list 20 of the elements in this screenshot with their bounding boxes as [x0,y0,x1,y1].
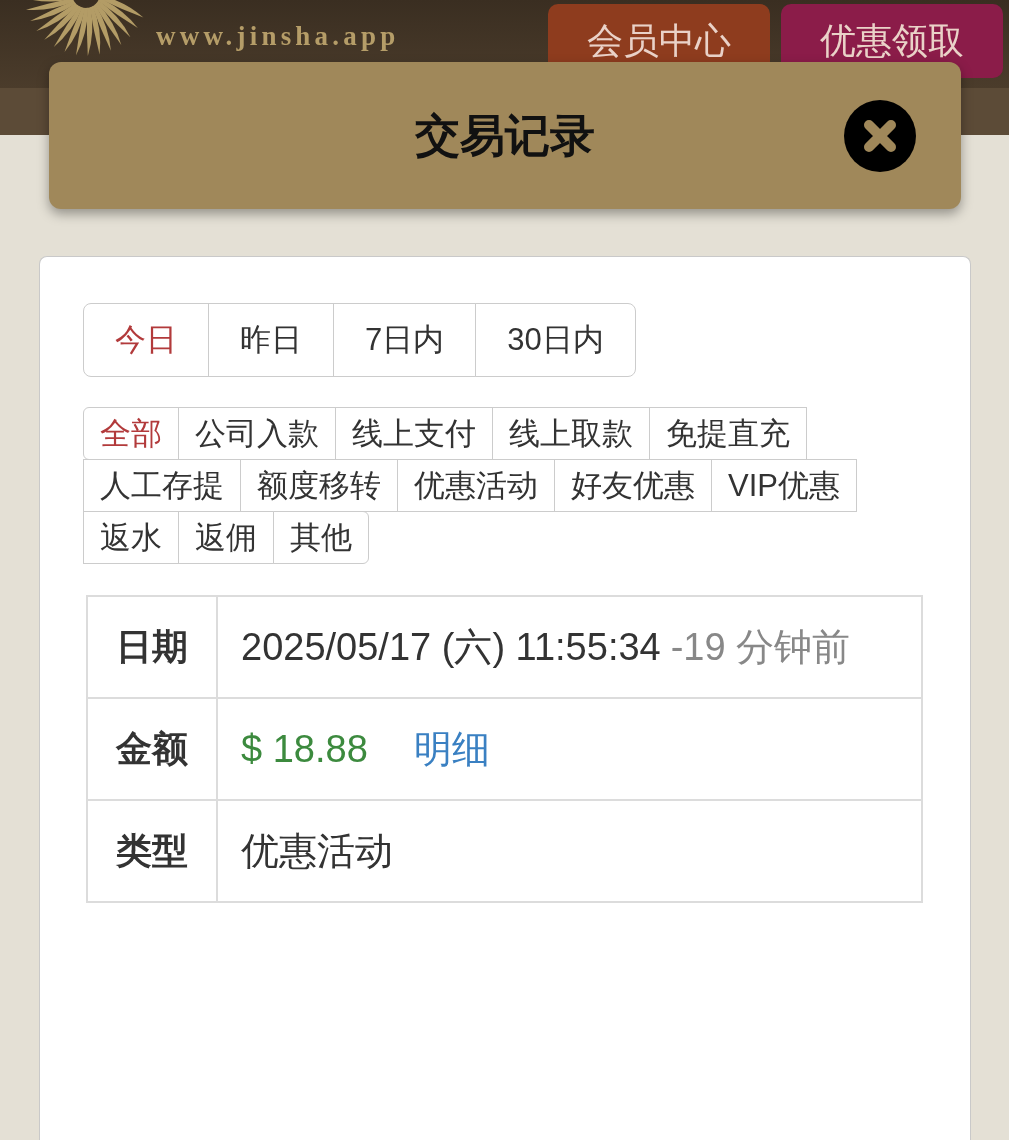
close-icon[interactable] [844,99,916,172]
date-range-tab[interactable]: 昨日 [208,303,334,377]
relative-time-text: -19 分钟前 [670,626,851,668]
category-filter-button[interactable]: VIP优惠 [711,459,857,512]
category-filter-button[interactable]: 其他 [273,511,369,564]
field-label: 日期 [87,596,217,698]
category-filter-button[interactable]: 全部 [83,407,179,460]
date-time-text: 2025/05/17 (六) 11:55:34 [241,626,661,668]
detail-link[interactable]: 明细 [413,728,490,770]
field-label: 类型 [87,800,217,902]
date-range-tab[interactable]: 30日内 [475,303,636,377]
type-text: 优惠活动 [241,830,393,872]
site-url: www.jinsha.app [156,20,400,52]
category-filter-button[interactable]: 返水 [83,511,179,564]
field-label: 金额 [87,698,217,800]
dialog-title: 交易记录 [415,108,595,163]
amount-text: $ 18.88 [241,728,368,770]
date-range-tab[interactable]: 7日内 [333,303,477,377]
category-filter-button[interactable]: 免提直充 [649,407,807,460]
date-range-tab[interactable]: 今日 [83,303,209,377]
